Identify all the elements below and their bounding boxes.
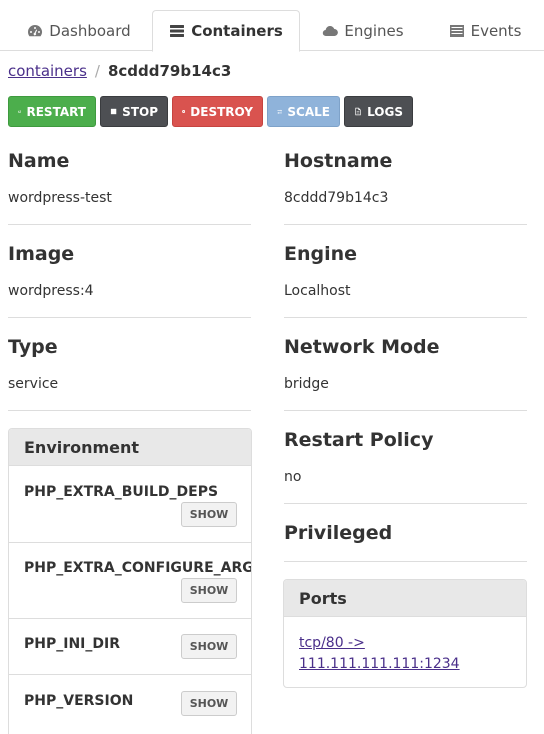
name-value: wordpress-test: [8, 190, 112, 206]
ports-panel: Ports tcp/80 -> 111.111.111.111:1234: [283, 579, 527, 688]
field-image: Image wordpress:4: [8, 242, 251, 301]
stop-button[interactable]: STOP: [100, 96, 168, 127]
tab-dashboard-label: Dashboard: [49, 21, 131, 40]
cloud-icon: [323, 25, 339, 36]
env-key: PHP_EXTRA_CONFIGURE_ARGS: [24, 560, 252, 576]
destroy-button[interactable]: DESTROY: [172, 96, 263, 127]
divider: [8, 317, 251, 318]
env-key: PHP_INI_DIR: [24, 636, 120, 652]
divider: [8, 410, 251, 411]
file-icon: [355, 107, 361, 116]
divider: [284, 410, 527, 411]
port-mapping-link[interactable]: tcp/80 -> 111.111.111.111:1234: [299, 635, 460, 672]
logs-label: LOGS: [367, 104, 403, 119]
tab-containers-label: Containers: [191, 22, 283, 40]
tab-dashboard[interactable]: Dashboard: [8, 10, 150, 51]
env-row: PHP_EXTRA_CONFIGURE_ARGS SHOW: [9, 543, 251, 619]
restart-label: RESTART: [26, 104, 86, 119]
scale-button[interactable]: SCALE: [267, 96, 340, 127]
tab-events-label: Events: [470, 21, 522, 40]
engine-value: Localhost: [284, 283, 351, 299]
env-row: PHP_INI_DIR SHOW: [9, 619, 251, 675]
breadcrumb-containers-link[interactable]: containers: [8, 62, 87, 80]
field-network-mode: Network Mode bridge: [284, 335, 527, 394]
ports-panel-title: Ports: [284, 580, 526, 617]
show-value-button[interactable]: SHOW: [181, 634, 237, 659]
action-toolbar: RESTART STOP DESTROY SCALE LOGS: [8, 96, 413, 127]
tab-events[interactable]: Events: [426, 10, 544, 51]
tab-engines-label: Engines: [344, 21, 404, 40]
show-value-button[interactable]: SHOW: [181, 578, 237, 603]
divider: [284, 561, 527, 562]
divider: [8, 224, 251, 225]
scale-label: SCALE: [287, 104, 330, 119]
image-value: wordpress:4: [8, 283, 94, 299]
field-type: Type service: [8, 335, 251, 394]
divider: [284, 224, 527, 225]
remove-circle-icon: [182, 109, 186, 114]
server-icon: [170, 25, 185, 37]
tab-containers[interactable]: Containers: [152, 10, 300, 52]
network-mode-label: Network Mode: [284, 336, 440, 358]
ports-body: tcp/80 -> 111.111.111.111:1234: [284, 617, 526, 687]
env-key: PHP_VERSION: [24, 693, 134, 709]
divider: [284, 503, 527, 504]
env-row: PHP_VERSION SHOW: [9, 675, 251, 734]
restart-policy-label: Restart Policy: [284, 429, 434, 451]
type-label: Type: [8, 336, 58, 358]
restart-policy-value: no: [284, 469, 302, 485]
stop-label: STOP: [122, 104, 158, 119]
environment-panel: Environment PHP_EXTRA_BUILD_DEPS SHOW PH…: [8, 428, 252, 734]
breadcrumb-separator: /: [94, 62, 100, 80]
show-value-button[interactable]: SHOW: [181, 691, 237, 716]
logs-button[interactable]: LOGS: [344, 96, 413, 127]
field-hostname: Hostname 8cddd79b14c3: [284, 149, 527, 208]
tab-engines[interactable]: Engines: [300, 10, 426, 51]
port-mapping-line1: tcp/80 ->: [299, 635, 365, 651]
name-label: Name: [8, 150, 70, 172]
restart-button[interactable]: RESTART: [8, 96, 96, 127]
type-value: service: [8, 376, 59, 392]
network-mode-value: bridge: [284, 376, 329, 392]
image-label: Image: [8, 243, 75, 265]
refresh-icon: [18, 110, 22, 113]
stop-icon: [110, 108, 117, 115]
exchange-icon: [277, 109, 282, 115]
env-key: PHP_EXTRA_BUILD_DEPS: [24, 484, 219, 500]
hostname-label: Hostname: [284, 150, 393, 172]
field-restart-policy: Restart Policy no: [284, 428, 527, 487]
destroy-label: DESTROY: [190, 104, 253, 119]
field-name: Name wordpress-test: [8, 149, 251, 208]
divider: [284, 317, 527, 318]
engine-label: Engine: [284, 243, 358, 265]
main-tabbar: Dashboard Containers Engines Events: [0, 0, 544, 52]
list-icon: [449, 24, 464, 37]
field-engine: Engine Localhost: [284, 242, 527, 301]
dashboard-icon: [28, 24, 43, 36]
env-row: PHP_EXTRA_BUILD_DEPS SHOW: [9, 466, 251, 543]
hostname-value: 8cddd79b14c3: [284, 190, 389, 206]
field-privileged: Privileged: [284, 521, 527, 545]
privileged-label: Privileged: [284, 522, 393, 544]
show-value-button[interactable]: SHOW: [181, 502, 237, 527]
breadcrumb: containers / 8cddd79b14c3: [8, 62, 231, 80]
environment-panel-title: Environment: [9, 429, 251, 466]
breadcrumb-current: 8cddd79b14c3: [107, 62, 232, 80]
port-mapping-line2: 111.111.111.111:1234: [299, 656, 460, 672]
